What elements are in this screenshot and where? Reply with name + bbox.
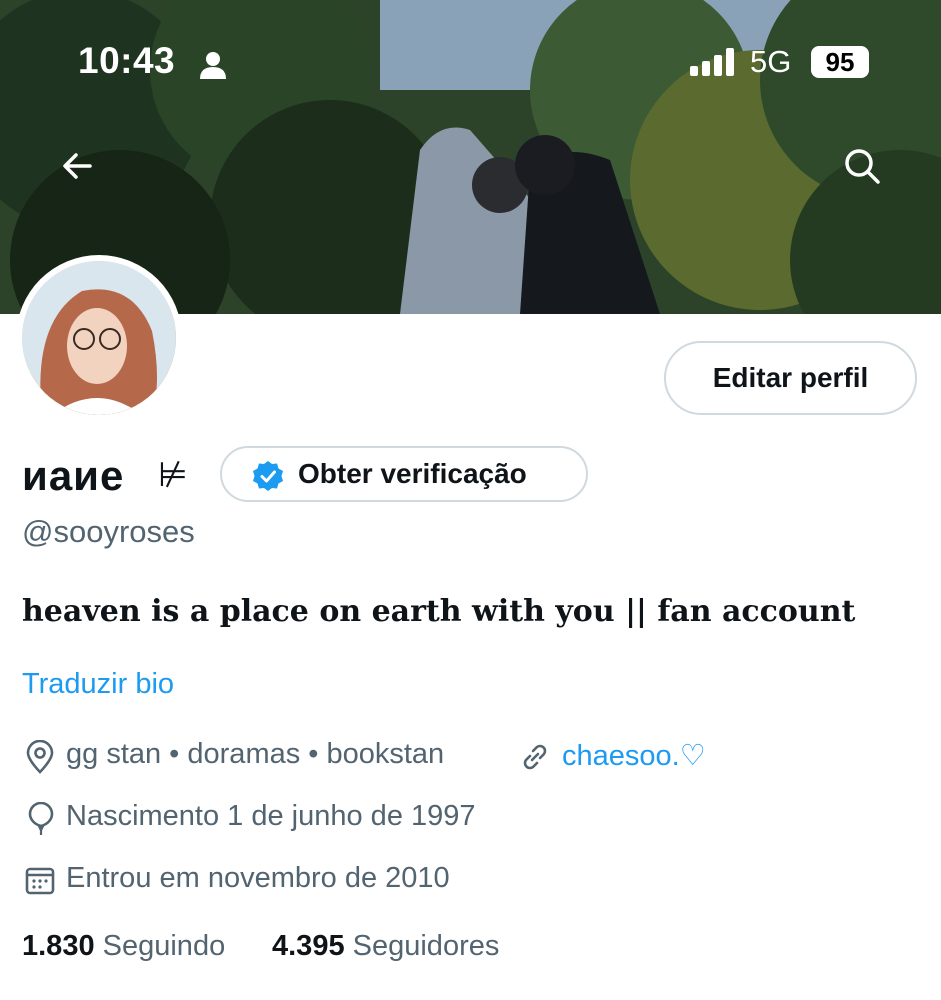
search-icon[interactable] [840, 144, 884, 188]
followers-count: 4.395 [272, 930, 345, 962]
translate-bio-link[interactable]: Traduzir bio [22, 668, 174, 701]
verify-label: Obter verificação [298, 458, 527, 489]
following-link[interactable]: 1.830 Seguindo [22, 930, 225, 963]
location-icon [26, 740, 54, 774]
get-verified-button[interactable]: Obter verificação [220, 446, 588, 502]
signal-icon [690, 48, 734, 76]
avatar-image [22, 261, 176, 415]
following-count: 1.830 [22, 930, 95, 962]
person-icon [200, 52, 226, 79]
profile-bio: heaven is a place on earth with you || f… [22, 594, 856, 629]
verified-badge-icon [253, 461, 283, 491]
status-time: 10:43 [78, 40, 176, 81]
battery-indicator: 95 [811, 46, 869, 78]
birth-date: Nascimento 1 de junho de 1997 [66, 800, 476, 832]
name-symbol: ⊭ [158, 456, 188, 494]
followers-label: Seguidores [352, 930, 500, 962]
arrow-left-icon[interactable] [56, 144, 100, 188]
link-icon [523, 744, 547, 770]
location-text: gg stan • doramas • bookstan [66, 738, 445, 770]
profile-avatar[interactable] [16, 255, 182, 421]
user-handle: @sooyroses [22, 514, 195, 549]
website-link[interactable]: chaesoo.♡ [562, 738, 706, 773]
calendar-icon [25, 867, 55, 895]
edit-profile-button[interactable]: Editar perfil [664, 341, 917, 415]
network-label: 5G [750, 44, 792, 79]
join-date: Entrou em novembro de 2010 [66, 862, 450, 894]
display-name: иаие [22, 452, 125, 499]
followers-link[interactable]: 4.395 Seguidores [272, 930, 499, 963]
balloon-icon [28, 802, 54, 835]
following-label: Seguindo [102, 930, 226, 962]
status-bar: 10:43 5G 95 [0, 0, 941, 184]
